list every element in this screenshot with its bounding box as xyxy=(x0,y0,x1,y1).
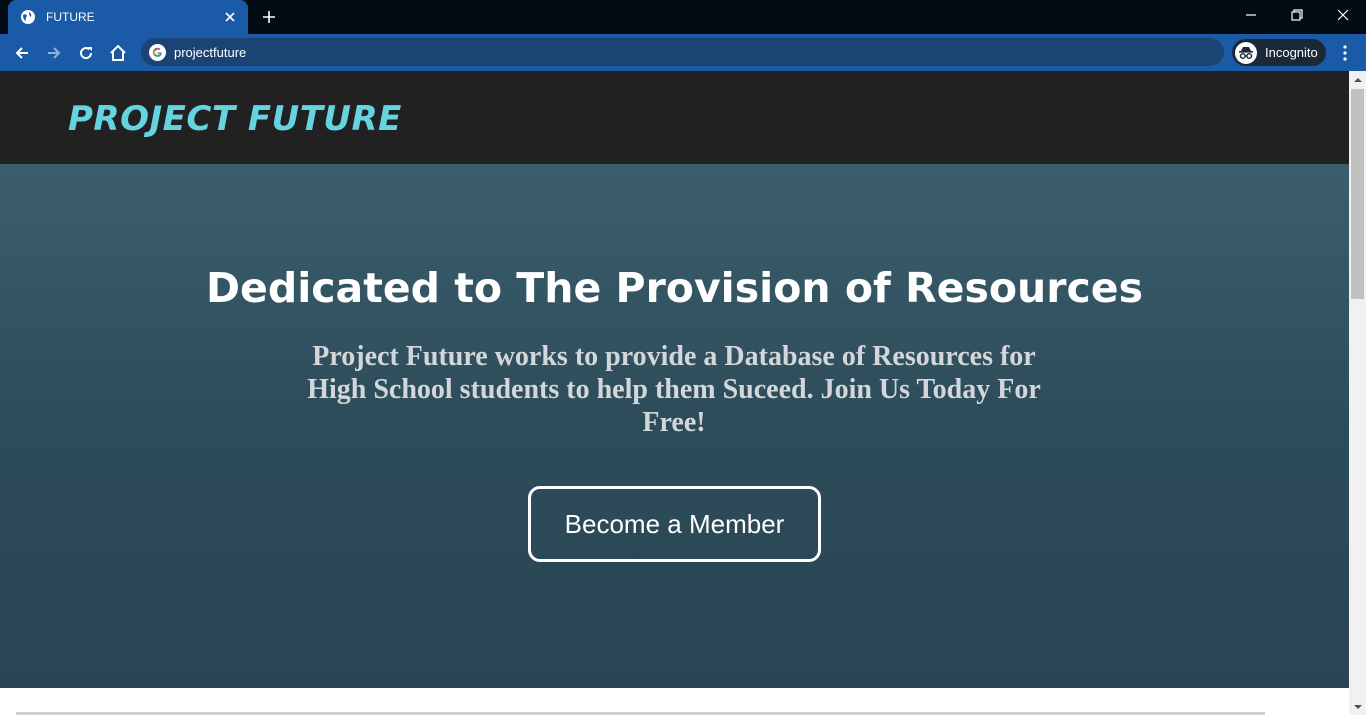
hero-title: Dedicated to The Provision of Resources xyxy=(206,264,1143,312)
browser-tabstrip: FUTURE xyxy=(0,0,1366,34)
page-viewport: PROJECT FUTURE Dedicated to The Provisio… xyxy=(0,71,1349,715)
become-member-button[interactable]: Become a Member xyxy=(528,486,821,562)
site-header: PROJECT FUTURE xyxy=(0,71,1349,164)
incognito-label: Incognito xyxy=(1265,45,1318,60)
hero-subtitle: Project Future works to provide a Databa… xyxy=(307,341,1041,438)
restore-icon[interactable] xyxy=(1274,0,1320,30)
scroll-down-icon[interactable] xyxy=(1349,698,1366,715)
close-icon[interactable] xyxy=(222,9,238,25)
arrow-right-icon[interactable] xyxy=(40,39,68,67)
scroll-thumb[interactable] xyxy=(1351,89,1364,299)
next-section xyxy=(0,688,1349,715)
vertical-dots-icon[interactable] xyxy=(1335,39,1355,67)
browser-toolbar: projectfuture Incognito xyxy=(0,34,1366,71)
incognito-icon xyxy=(1235,41,1257,64)
globe-icon xyxy=(20,9,36,25)
site-logo[interactable]: PROJECT FUTURE xyxy=(68,99,402,139)
tab-title: FUTURE xyxy=(46,10,95,24)
google-g-icon xyxy=(149,43,166,61)
incognito-badge[interactable]: Incognito xyxy=(1232,39,1326,66)
arrow-left-icon[interactable] xyxy=(8,39,36,67)
reload-icon[interactable] xyxy=(72,39,100,67)
home-icon[interactable] xyxy=(104,39,132,67)
url-text: projectfuture xyxy=(174,44,247,60)
minimize-icon[interactable] xyxy=(1228,0,1274,30)
hero-section: Dedicated to The Provision of Resources … xyxy=(0,164,1349,688)
window-close-icon[interactable] xyxy=(1320,0,1366,30)
browser-tab[interactable]: FUTURE xyxy=(8,0,248,34)
plus-icon[interactable] xyxy=(259,7,279,27)
address-bar[interactable]: projectfuture xyxy=(141,38,1224,66)
page-scrollbar[interactable] xyxy=(1349,71,1366,715)
scroll-up-icon[interactable] xyxy=(1349,71,1366,88)
